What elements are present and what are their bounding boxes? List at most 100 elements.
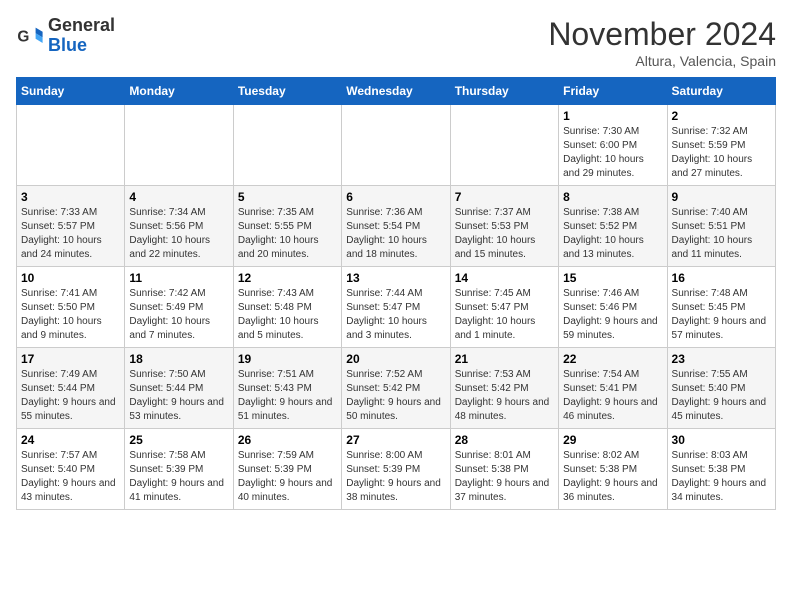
day-number: 3 xyxy=(21,190,120,204)
calendar-cell: 2 Sunrise: 7:32 AM Sunset: 5:59 PM Daylig… xyxy=(667,105,775,186)
day-info: Sunrise: 7:32 AM Sunset: 5:59 PM Dayligh… xyxy=(672,125,771,181)
calendar-cell: 19 Sunrise: 7:51 AM Sunset: 5:43 PM Dayli… xyxy=(233,348,341,429)
calendar-body: 1 Sunrise: 7:30 AM Sunset: 6:00 PM Daylig… xyxy=(17,105,776,510)
calendar-cell: 5 Sunrise: 7:35 AM Sunset: 5:55 PM Daylig… xyxy=(233,186,341,267)
day-info: Sunrise: 7:44 AM Sunset: 5:47 PM Dayligh… xyxy=(346,287,445,343)
day-number: 5 xyxy=(238,190,337,204)
day-number: 15 xyxy=(563,271,662,285)
day-info: Sunrise: 7:35 AM Sunset: 5:55 PM Dayligh… xyxy=(238,206,337,262)
calendar-cell: 4Sunrise: 7:34 AM Sunset: 5:56 PM Daylig… xyxy=(125,186,233,267)
page-header: G General Blue November 2024 Altura, Val… xyxy=(16,16,776,69)
calendar-cell: 22 Sunrise: 7:54 AM Sunset: 5:41 PM Dayli… xyxy=(559,348,667,429)
logo: G General Blue xyxy=(16,16,115,56)
calendar-week-2: 3 Sunrise: 7:33 AM Sunset: 5:57 PM Daylig… xyxy=(17,186,776,267)
day-info: Sunrise: 7:54 AM Sunset: 5:41 PM Dayligh… xyxy=(563,368,662,424)
day-number: 26 xyxy=(238,433,337,447)
calendar-cell: 13Sunrise: 7:44 AM Sunset: 5:47 PM Dayli… xyxy=(342,267,450,348)
day-number: 22 xyxy=(563,352,662,366)
weekday-header-thursday: Thursday xyxy=(450,78,558,105)
weekday-header-tuesday: Tuesday xyxy=(233,78,341,105)
day-number: 16 xyxy=(672,271,771,285)
day-info: Sunrise: 7:46 AM Sunset: 5:46 PM Dayligh… xyxy=(563,287,662,343)
weekday-header-wednesday: Wednesday xyxy=(342,78,450,105)
day-number: 27 xyxy=(346,433,445,447)
day-info: Sunrise: 7:43 AM Sunset: 5:48 PM Dayligh… xyxy=(238,287,337,343)
day-info: Sunrise: 8:01 AM Sunset: 5:38 PM Dayligh… xyxy=(455,449,554,505)
calendar-table: SundayMondayTuesdayWednesdayThursdayFrid… xyxy=(16,77,776,510)
day-number: 30 xyxy=(672,433,771,447)
day-number: 28 xyxy=(455,433,554,447)
calendar-cell: 8 Sunrise: 7:38 AM Sunset: 5:52 PM Daylig… xyxy=(559,186,667,267)
calendar-cell xyxy=(233,105,341,186)
logo-icon: G xyxy=(16,22,44,50)
day-info: Sunrise: 7:40 AM Sunset: 5:51 PM Dayligh… xyxy=(672,206,771,262)
weekday-header-sunday: Sunday xyxy=(17,78,125,105)
day-info: Sunrise: 7:50 AM Sunset: 5:44 PM Dayligh… xyxy=(129,368,228,424)
day-info: Sunrise: 7:48 AM Sunset: 5:45 PM Dayligh… xyxy=(672,287,771,343)
day-info: Sunrise: 7:49 AM Sunset: 5:44 PM Dayligh… xyxy=(21,368,120,424)
calendar-cell xyxy=(17,105,125,186)
calendar-cell: 3 Sunrise: 7:33 AM Sunset: 5:57 PM Daylig… xyxy=(17,186,125,267)
day-info: Sunrise: 7:37 AM Sunset: 5:53 PM Dayligh… xyxy=(455,206,554,262)
calendar-week-5: 24 Sunrise: 7:57 AM Sunset: 5:40 PM Dayli… xyxy=(17,429,776,510)
day-info: Sunrise: 7:33 AM Sunset: 5:57 PM Dayligh… xyxy=(21,206,120,262)
calendar-cell: 14 Sunrise: 7:45 AM Sunset: 5:47 PM Dayli… xyxy=(450,267,558,348)
day-info: Sunrise: 7:57 AM Sunset: 5:40 PM Dayligh… xyxy=(21,449,120,505)
calendar-header: SundayMondayTuesdayWednesdayThursdayFrid… xyxy=(17,78,776,105)
calendar-cell: 11Sunrise: 7:42 AM Sunset: 5:49 PM Dayli… xyxy=(125,267,233,348)
calendar-cell: 28 Sunrise: 8:01 AM Sunset: 5:38 PM Dayli… xyxy=(450,429,558,510)
day-info: Sunrise: 7:41 AM Sunset: 5:50 PM Dayligh… xyxy=(21,287,120,343)
calendar-week-4: 17Sunrise: 7:49 AM Sunset: 5:44 PM Dayli… xyxy=(17,348,776,429)
calendar-cell: 21Sunrise: 7:53 AM Sunset: 5:42 PM Dayli… xyxy=(450,348,558,429)
calendar-week-3: 10 Sunrise: 7:41 AM Sunset: 5:50 PM Dayli… xyxy=(17,267,776,348)
day-info: Sunrise: 7:30 AM Sunset: 6:00 PM Dayligh… xyxy=(563,125,662,181)
day-number: 18 xyxy=(129,352,228,366)
day-info: Sunrise: 7:55 AM Sunset: 5:40 PM Dayligh… xyxy=(672,368,771,424)
calendar-cell: 10 Sunrise: 7:41 AM Sunset: 5:50 PM Dayli… xyxy=(17,267,125,348)
weekday-row: SundayMondayTuesdayWednesdayThursdayFrid… xyxy=(17,78,776,105)
day-number: 14 xyxy=(455,271,554,285)
day-number: 10 xyxy=(21,271,120,285)
day-info: Sunrise: 7:51 AM Sunset: 5:43 PM Dayligh… xyxy=(238,368,337,424)
day-number: 23 xyxy=(672,352,771,366)
calendar-cell: 30 Sunrise: 8:03 AM Sunset: 5:38 PM Dayli… xyxy=(667,429,775,510)
calendar-cell: 29Sunrise: 8:02 AM Sunset: 5:38 PM Dayli… xyxy=(559,429,667,510)
calendar-cell: 26 Sunrise: 7:59 AM Sunset: 5:39 PM Dayli… xyxy=(233,429,341,510)
day-number: 7 xyxy=(455,190,554,204)
weekday-header-monday: Monday xyxy=(125,78,233,105)
day-number: 2 xyxy=(672,109,771,123)
day-info: Sunrise: 7:38 AM Sunset: 5:52 PM Dayligh… xyxy=(563,206,662,262)
weekday-header-saturday: Saturday xyxy=(667,78,775,105)
location: Altura, Valencia, Spain xyxy=(548,53,776,69)
day-info: Sunrise: 7:45 AM Sunset: 5:47 PM Dayligh… xyxy=(455,287,554,343)
day-info: Sunrise: 7:59 AM Sunset: 5:39 PM Dayligh… xyxy=(238,449,337,505)
day-number: 9 xyxy=(672,190,771,204)
calendar-cell: 15 Sunrise: 7:46 AM Sunset: 5:46 PM Dayli… xyxy=(559,267,667,348)
day-number: 1 xyxy=(563,109,662,123)
calendar-cell: 16 Sunrise: 7:48 AM Sunset: 5:45 PM Dayli… xyxy=(667,267,775,348)
day-number: 12 xyxy=(238,271,337,285)
day-info: Sunrise: 7:34 AM Sunset: 5:56 PM Dayligh… xyxy=(129,206,228,262)
calendar-cell: 25Sunrise: 7:58 AM Sunset: 5:39 PM Dayli… xyxy=(125,429,233,510)
calendar-cell: 7 Sunrise: 7:37 AM Sunset: 5:53 PM Daylig… xyxy=(450,186,558,267)
day-info: Sunrise: 7:52 AM Sunset: 5:42 PM Dayligh… xyxy=(346,368,445,424)
calendar-cell: 27 Sunrise: 8:00 AM Sunset: 5:39 PM Dayli… xyxy=(342,429,450,510)
day-number: 29 xyxy=(563,433,662,447)
day-info: Sunrise: 7:53 AM Sunset: 5:42 PM Dayligh… xyxy=(455,368,554,424)
day-number: 24 xyxy=(21,433,120,447)
svg-text:G: G xyxy=(17,28,29,45)
day-info: Sunrise: 8:00 AM Sunset: 5:39 PM Dayligh… xyxy=(346,449,445,505)
calendar-cell: 17Sunrise: 7:49 AM Sunset: 5:44 PM Dayli… xyxy=(17,348,125,429)
day-number: 20 xyxy=(346,352,445,366)
calendar-week-1: 1 Sunrise: 7:30 AM Sunset: 6:00 PM Daylig… xyxy=(17,105,776,186)
day-number: 19 xyxy=(238,352,337,366)
day-number: 11 xyxy=(129,271,228,285)
calendar-cell: 24 Sunrise: 7:57 AM Sunset: 5:40 PM Dayli… xyxy=(17,429,125,510)
day-info: Sunrise: 8:03 AM Sunset: 5:38 PM Dayligh… xyxy=(672,449,771,505)
calendar-cell xyxy=(125,105,233,186)
month-title: November 2024 xyxy=(548,16,776,53)
title-area: November 2024 Altura, Valencia, Spain xyxy=(548,16,776,69)
calendar-cell: 18 Sunrise: 7:50 AM Sunset: 5:44 PM Dayli… xyxy=(125,348,233,429)
calendar-cell: 12 Sunrise: 7:43 AM Sunset: 5:48 PM Dayli… xyxy=(233,267,341,348)
day-number: 8 xyxy=(563,190,662,204)
